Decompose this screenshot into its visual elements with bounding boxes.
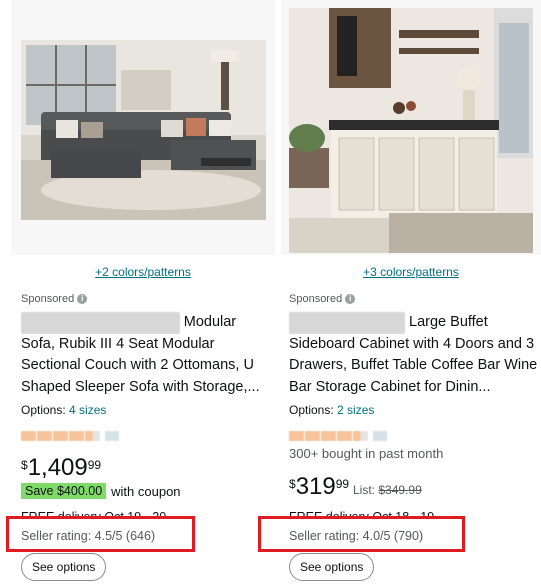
title-text: Sideboard Cabinet with 4 Doors and 3 Dra… — [289, 335, 538, 395]
sponsored-label: Sponsored i — [21, 293, 88, 305]
options-line: Options: 2 sizes — [289, 403, 374, 417]
price-fraction: 99 — [335, 477, 350, 491]
colors-patterns-link[interactable]: +3 colors/patterns — [281, 265, 541, 279]
list-price-label: List: — [353, 483, 376, 497]
star-half-icon — [353, 431, 368, 441]
price-whole: 1,409 — [27, 454, 88, 481]
star-icon — [53, 431, 68, 441]
product-title[interactable]: xxxxxxxxxxxxxxxx Large Buffet Sideboard … — [289, 312, 539, 398]
product-title[interactable]: Lxxxxx xxxxx Oxxxxxxxd Modular Sofa, Rub… — [21, 312, 271, 398]
see-options-button[interactable]: See options — [289, 553, 375, 581]
star-icon — [337, 431, 352, 441]
colors-patterns-link[interactable]: +2 colors/patterns — [11, 265, 275, 279]
price-symbol: $ — [21, 458, 28, 472]
seller-rating-highlight-box — [6, 516, 195, 552]
options-label: Options: — [21, 403, 66, 417]
star-half-icon — [85, 431, 100, 441]
product-image-frame — [11, 0, 275, 255]
redacted-brand: Lxxxxx xxxxx Oxxxxxxxd — [21, 312, 180, 334]
star-icon — [69, 431, 84, 441]
options-label: Options: — [289, 403, 334, 417]
redacted-brand: xxxxxxxxxxxxxxxx — [289, 312, 405, 334]
sponsored-text: Sponsored — [21, 293, 75, 305]
sofa-product-image[interactable] — [21, 40, 266, 220]
price[interactable]: $ 319 99 — [289, 474, 349, 500]
sponsored-text: Sponsored — [289, 293, 343, 305]
product-card-sideboard: +3 colors/patterns Sponsored i xxxxxxxxx… — [281, 0, 541, 588]
list-price: List: $349.99 — [353, 483, 422, 497]
rating-count-redacted — [105, 431, 119, 441]
rating-stars[interactable] — [21, 431, 119, 441]
rating-count-redacted — [373, 431, 387, 441]
see-options-button[interactable]: See options — [21, 553, 107, 581]
star-icon — [305, 431, 320, 441]
coupon-text: with coupon — [111, 483, 181, 499]
product-image-frame — [281, 0, 541, 255]
list-price-value: $349.99 — [378, 483, 422, 497]
sideboard-product-image[interactable] — [289, 8, 533, 253]
options-sizes-link[interactable]: 4 sizes — [69, 403, 106, 417]
coupon: Save $400.00 with coupon — [21, 483, 181, 499]
info-icon[interactable]: i — [77, 294, 88, 304]
price[interactable]: $ 1,409 99 — [21, 455, 101, 481]
options-sizes-link[interactable]: 2 sizes — [337, 403, 374, 417]
seller-rating-highlight-box — [258, 516, 465, 552]
star-icon — [321, 431, 336, 441]
coupon-badge[interactable]: Save $400.00 — [21, 483, 107, 499]
product-card-sofa: +2 colors/patterns Sponsored i Lxxxxx xx… — [11, 0, 275, 588]
title-line1-tail: Modular — [183, 314, 237, 330]
price-fraction: 99 — [87, 458, 102, 472]
rating-stars[interactable] — [289, 431, 387, 441]
title-line1-tail: Large Buffet — [409, 314, 488, 330]
price-symbol: $ — [289, 477, 296, 491]
bought-in-past-month: 300+ bought in past month — [289, 446, 444, 461]
sponsored-label: Sponsored i — [289, 293, 356, 305]
options-line: Options: 4 sizes — [21, 403, 106, 417]
info-icon[interactable]: i — [345, 294, 356, 304]
star-icon — [21, 431, 36, 441]
title-text: Sofa, Rubik III 4 Seat Modular Sectional… — [21, 335, 260, 395]
price-whole: 319 — [295, 473, 336, 500]
star-icon — [289, 431, 304, 441]
star-icon — [37, 431, 52, 441]
left-gutter — [0, 0, 11, 588]
